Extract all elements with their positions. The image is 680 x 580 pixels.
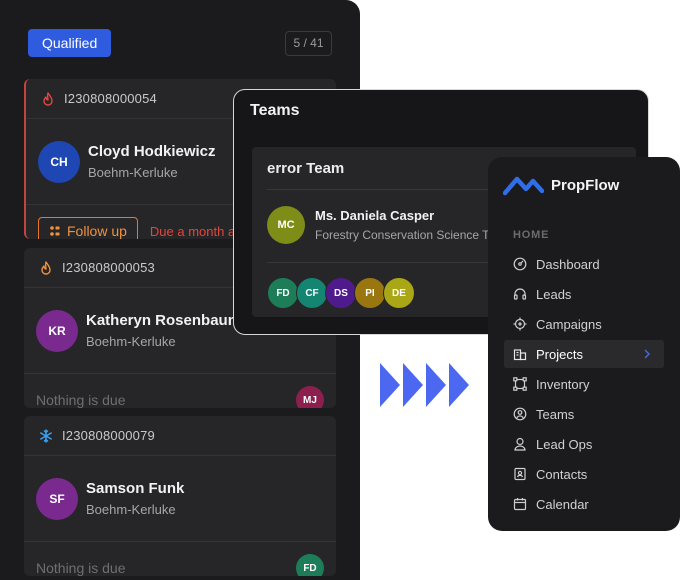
sidebar-item-campaigns[interactable]: Campaigns bbox=[504, 310, 664, 338]
brand[interactable]: PropFlow bbox=[503, 173, 619, 197]
sidebar-item-label: Leads bbox=[536, 286, 572, 302]
lead-id: I230808000054 bbox=[64, 91, 157, 106]
calendar-icon bbox=[513, 497, 527, 511]
avatar: SF bbox=[36, 477, 78, 520]
sidebar-item-lead-ops[interactable]: Lead Ops bbox=[504, 430, 664, 458]
sidebar-item-projects[interactable]: Projects bbox=[504, 340, 664, 368]
teams-title: Teams bbox=[250, 102, 300, 119]
lead-name[interactable]: Katheryn Rosenbaum bbox=[86, 312, 241, 329]
lead-person: SF Samson Funk Boehm-Kerluke bbox=[24, 456, 336, 542]
leads-counter: 5 / 41 bbox=[285, 31, 332, 56]
avatar: MC bbox=[267, 206, 305, 244]
snowflake-icon bbox=[38, 428, 54, 444]
sidebar-item-label: Campaigns bbox=[536, 316, 602, 332]
sidebar-item-teams[interactable]: Teams bbox=[504, 400, 664, 428]
avatar: KR bbox=[36, 309, 78, 352]
lead-card-footer: Nothing is due FD bbox=[24, 542, 336, 576]
flame-outline-icon bbox=[40, 91, 56, 107]
building-icon bbox=[513, 347, 527, 361]
avatar: CH bbox=[38, 140, 80, 183]
sidebar-item-label: Dashboard bbox=[536, 256, 600, 272]
status-filter-chip[interactable]: Qualified bbox=[28, 29, 112, 57]
team-member[interactable]: MC Ms. Daniela Casper Forestry Conservat… bbox=[267, 206, 525, 244]
sidebar-item-label: Calendar bbox=[536, 496, 589, 512]
flame-icon bbox=[38, 260, 54, 276]
sidebar-item-label: Contacts bbox=[536, 466, 588, 482]
sidebar-item-label: Lead Ops bbox=[536, 436, 593, 452]
propflow-logo-icon bbox=[503, 176, 544, 196]
nav-list: Dashboard Leads Campaigns Projects Inven… bbox=[504, 250, 664, 520]
lead-card-header: I230808000079 bbox=[24, 416, 336, 456]
gauge-icon bbox=[513, 257, 527, 271]
headset-icon bbox=[513, 287, 527, 301]
sidebar-item-dashboard[interactable]: Dashboard bbox=[504, 250, 664, 278]
follow-up-button[interactable]: Follow up bbox=[38, 217, 138, 239]
assignee-avatar[interactable]: MJ bbox=[296, 386, 324, 408]
sidebar-item-calendar[interactable]: Calendar bbox=[504, 490, 664, 518]
lead-id: I230808000079 bbox=[62, 428, 155, 443]
lead-name[interactable]: Samson Funk bbox=[86, 480, 184, 497]
sidebar-item-contacts[interactable]: Contacts bbox=[504, 460, 664, 488]
lead-card[interactable]: I230808000079 SF Samson Funk Boehm-Kerlu… bbox=[24, 416, 336, 576]
member-avatar[interactable]: DE bbox=[383, 277, 415, 309]
lead-name[interactable]: Cloyd Hodkiewicz bbox=[88, 143, 216, 160]
lead-card-footer: Nothing is due MJ bbox=[24, 374, 336, 408]
due-status: Nothing is due bbox=[36, 560, 126, 576]
due-status: Nothing is due bbox=[36, 392, 126, 408]
member-avatar[interactable]: PI bbox=[354, 277, 386, 309]
member-avatar[interactable]: DS bbox=[325, 277, 357, 309]
chevron-right-icon bbox=[642, 347, 652, 361]
target-icon bbox=[513, 317, 527, 331]
brand-name: PropFlow bbox=[551, 176, 620, 194]
sidebar-item-label: Projects bbox=[536, 346, 583, 362]
sidebar-item-label: Inventory bbox=[536, 376, 590, 392]
forward-arrows-icon bbox=[380, 363, 469, 407]
lead-id: I230808000053 bbox=[62, 260, 155, 275]
sidebar-item-leads[interactable]: Leads bbox=[504, 280, 664, 308]
lead-company: Boehm-Kerluke bbox=[86, 334, 176, 349]
member-avatar-stack[interactable]: FD CF DS PI DE bbox=[267, 277, 415, 309]
nav-section-label: HOME bbox=[513, 229, 550, 241]
lead-company: Boehm-Kerluke bbox=[88, 165, 178, 180]
contact-book-icon bbox=[513, 467, 527, 481]
member-avatar[interactable]: CF bbox=[296, 277, 328, 309]
users-circle-icon bbox=[513, 407, 527, 421]
sidebar-item-label: Teams bbox=[536, 406, 575, 422]
lead-company: Boehm-Kerluke bbox=[86, 502, 176, 517]
follow-up-icon bbox=[49, 225, 61, 237]
sidebar-nav: PropFlow HOME Dashboard Leads Campaigns … bbox=[488, 157, 680, 531]
team-name[interactable]: error Team bbox=[267, 160, 344, 177]
box-frame-icon bbox=[513, 377, 527, 391]
follow-up-label: Follow up bbox=[67, 223, 127, 239]
sidebar-item-inventory[interactable]: Inventory bbox=[504, 370, 664, 398]
user-icon bbox=[513, 437, 527, 451]
member-avatar[interactable]: FD bbox=[267, 277, 299, 309]
assignee-avatar[interactable]: FD bbox=[296, 554, 324, 576]
